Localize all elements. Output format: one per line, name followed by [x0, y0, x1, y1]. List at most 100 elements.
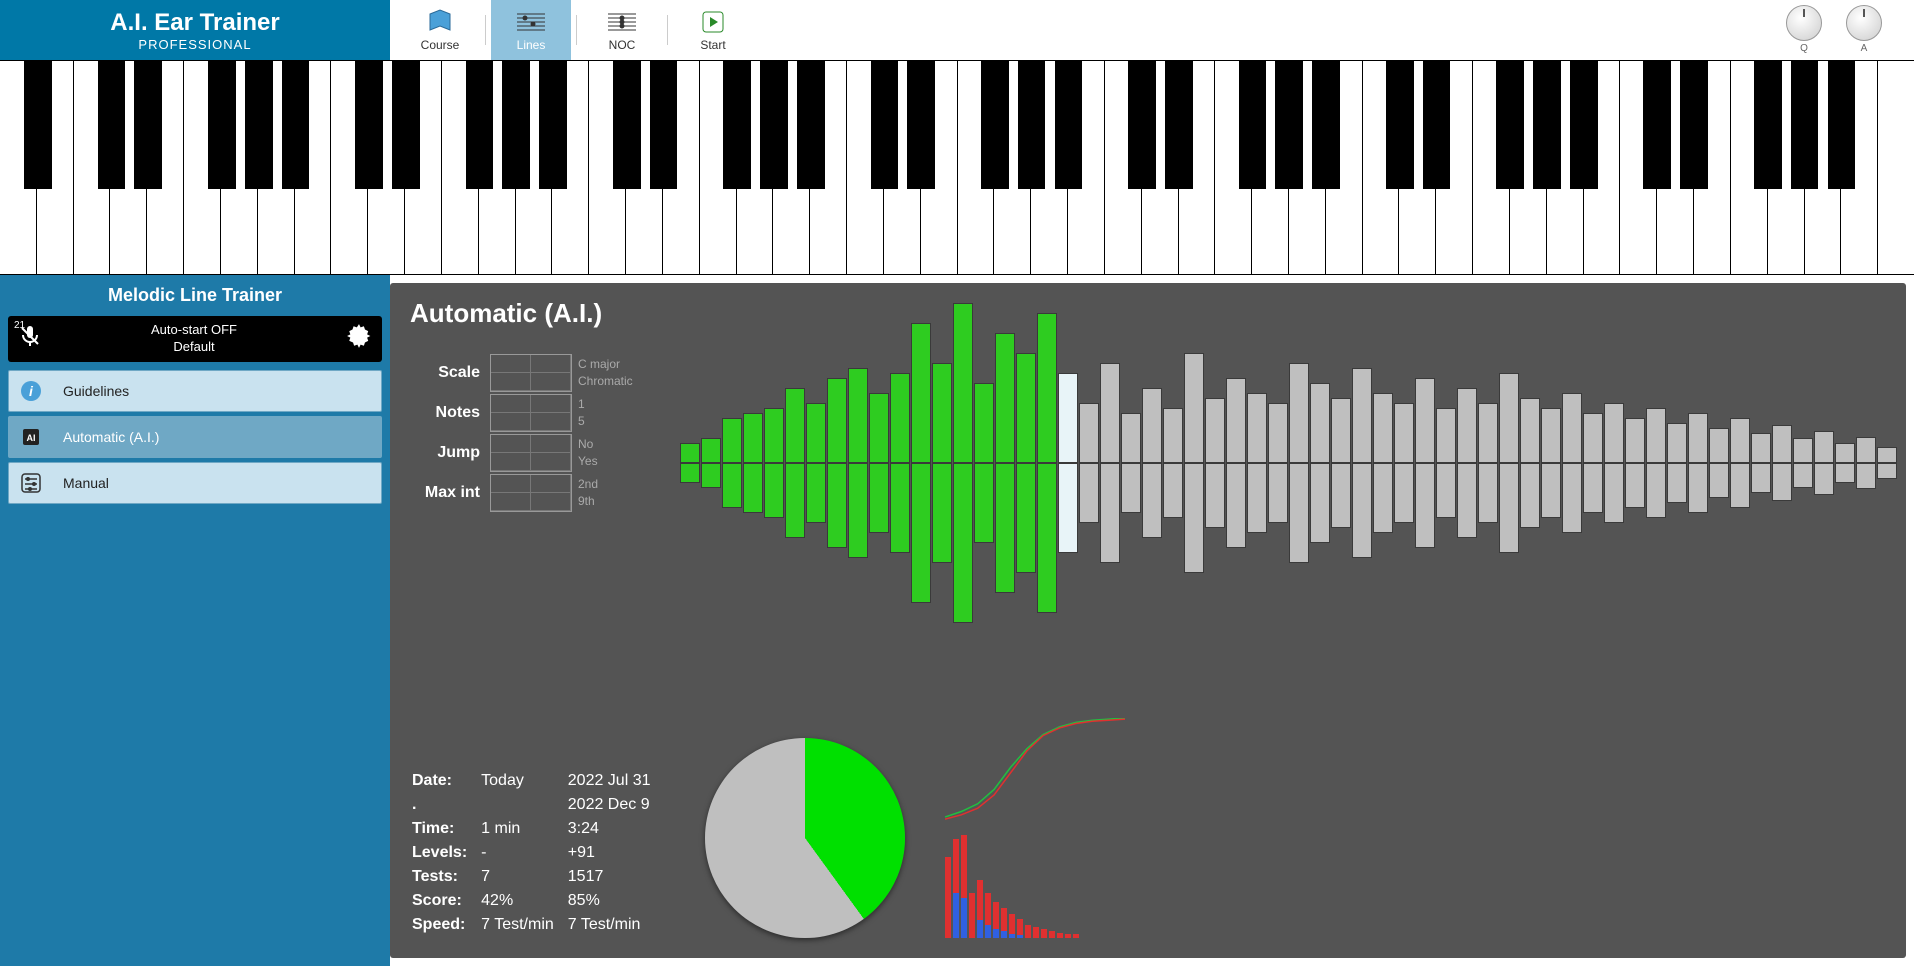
course-label: Course — [421, 38, 460, 52]
black-key[interactable] — [797, 61, 825, 189]
start-button[interactable]: Start — [673, 0, 753, 60]
app-subtitle: PROFESSIONAL — [138, 37, 251, 52]
black-key[interactable] — [723, 61, 751, 189]
lines-button[interactable]: Lines — [491, 0, 571, 60]
black-key[interactable] — [1275, 61, 1303, 189]
stats-val2: 3:24 — [568, 818, 663, 840]
black-key[interactable] — [871, 61, 899, 189]
black-key[interactable] — [1128, 61, 1156, 189]
lines-label: Lines — [517, 38, 546, 52]
black-key[interactable] — [981, 61, 1009, 189]
stats-val2: +91 — [568, 842, 663, 864]
param-label: Scale — [410, 364, 490, 382]
black-key[interactable] — [98, 61, 126, 189]
black-key[interactable] — [502, 61, 530, 189]
black-key[interactable] — [1312, 61, 1340, 189]
stats-val1 — [481, 794, 566, 816]
params: Scale C majorChromaticNotes 15Jump NoYes… — [410, 353, 633, 513]
knob-a[interactable]: A — [1844, 5, 1884, 55]
hist-bar — [969, 893, 975, 938]
svg-text:AI: AI — [27, 433, 36, 443]
ai-chip-icon: AI — [19, 425, 43, 449]
separator — [485, 15, 486, 45]
noc-label: NOC — [609, 38, 636, 52]
stats-val1: - — [481, 842, 566, 864]
app-title: A.I. Ear Trainer — [110, 9, 279, 37]
course-button[interactable]: Course — [400, 0, 480, 60]
param-options: C majorChromatic — [578, 356, 633, 390]
black-key[interactable] — [134, 61, 162, 189]
noc-button[interactable]: NOC — [582, 0, 662, 60]
stats-val2: 85% — [568, 890, 663, 912]
black-key[interactable] — [907, 61, 935, 189]
mini-chart — [945, 718, 1125, 938]
piano-keyboard[interactable] — [0, 60, 1914, 275]
stats-table: Date:Today2022 Jul 31.2022 Dec 9Time:1 m… — [410, 768, 665, 938]
separator — [667, 15, 668, 45]
black-key[interactable] — [1165, 61, 1193, 189]
gear-icon[interactable] — [346, 323, 372, 354]
stats-val2: 2022 Jul 31 — [568, 770, 663, 792]
knob-q[interactable]: Q — [1784, 5, 1824, 55]
black-key[interactable] — [650, 61, 678, 189]
waveform-chart — [680, 293, 1896, 633]
black-key[interactable] — [466, 61, 494, 189]
black-key[interactable] — [1496, 61, 1524, 189]
sliders-icon — [19, 471, 43, 495]
toolbar: Course Lines NOC Start — [390, 0, 753, 60]
hist-bar — [1001, 908, 1007, 938]
staff-lines-icon — [517, 8, 545, 36]
sidebar-item-automatic[interactable]: AI Automatic (A.I.) — [8, 416, 382, 458]
black-key[interactable] — [1423, 61, 1451, 189]
black-key[interactable] — [613, 61, 641, 189]
knob-q-label: Q — [1800, 43, 1808, 54]
sidebar-item-manual[interactable]: Manual — [8, 462, 382, 504]
black-key[interactable] — [1018, 61, 1046, 189]
sidebar-title: Melodic Line Trainer — [0, 275, 390, 316]
black-key[interactable] — [1680, 61, 1708, 189]
hist-bar — [977, 880, 983, 939]
stats-row: Levels:-+91 — [412, 842, 663, 864]
param-selector[interactable] — [490, 394, 572, 432]
stats-val1: 1 min — [481, 818, 566, 840]
param-selector[interactable] — [490, 434, 572, 472]
start-label: Start — [700, 38, 725, 52]
hist-bar — [945, 857, 951, 938]
stats-val1: 42% — [481, 890, 566, 912]
black-key[interactable] — [245, 61, 273, 189]
play-icon — [699, 8, 727, 36]
progress-line-chart — [945, 718, 1125, 828]
black-key[interactable] — [760, 61, 788, 189]
param-selector[interactable] — [490, 354, 572, 392]
control-bar[interactable]: 21 Auto-start OFF Default — [8, 316, 382, 362]
black-key[interactable] — [355, 61, 383, 189]
black-key[interactable] — [1570, 61, 1598, 189]
stats-key: Date: — [412, 770, 479, 792]
hist-bar — [1049, 931, 1055, 938]
black-key[interactable] — [392, 61, 420, 189]
black-key[interactable] — [1239, 61, 1267, 189]
black-key[interactable] — [1386, 61, 1414, 189]
black-key[interactable] — [1791, 61, 1819, 189]
black-key[interactable] — [1754, 61, 1782, 189]
stats-key: Score: — [412, 890, 479, 912]
black-key[interactable] — [1533, 61, 1561, 189]
black-key[interactable] — [1055, 61, 1083, 189]
sidebar: Melodic Line Trainer 21 Auto-start OFF D… — [0, 275, 390, 966]
hist-bar — [1017, 919, 1023, 938]
book-icon — [426, 8, 454, 36]
stats-key: Time: — [412, 818, 479, 840]
white-key[interactable] — [1878, 61, 1914, 274]
black-key[interactable] — [539, 61, 567, 189]
black-key[interactable] — [1643, 61, 1671, 189]
param-selector[interactable] — [490, 474, 572, 512]
param-options: NoYes — [578, 436, 598, 470]
stats-row: .2022 Dec 9 — [412, 794, 663, 816]
black-key[interactable] — [1828, 61, 1856, 189]
black-key[interactable] — [208, 61, 236, 189]
stats-key: Speed: — [412, 914, 479, 936]
black-key[interactable] — [282, 61, 310, 189]
black-key[interactable] — [24, 61, 52, 189]
sidebar-item-guidelines[interactable]: i Guidelines — [8, 370, 382, 412]
stats-val2: 7 Test/min — [568, 914, 663, 936]
